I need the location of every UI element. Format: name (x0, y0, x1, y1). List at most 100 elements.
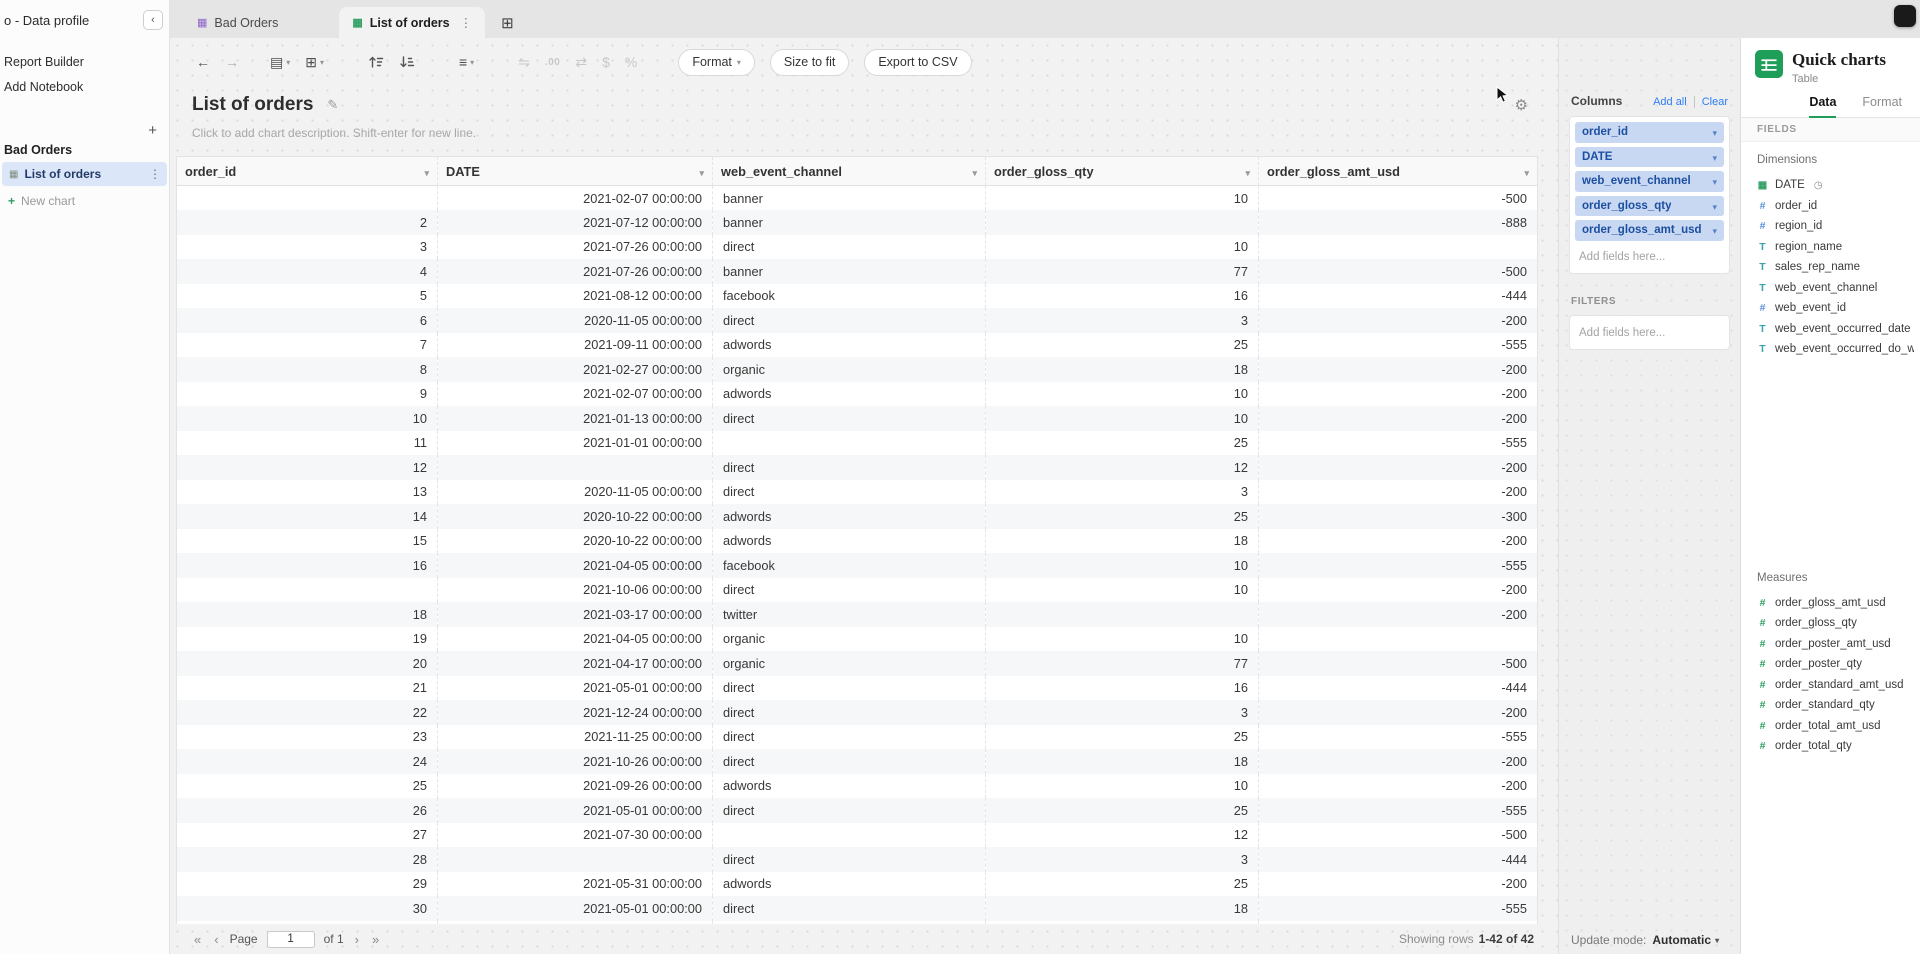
add-all-link[interactable]: Add all (1653, 96, 1687, 108)
dimension-field[interactable]: # order_id (1757, 196, 1914, 217)
dimension-field[interactable]: T sales_rep_name (1757, 257, 1914, 278)
dimension-field[interactable]: T web_event_occurred_date (1757, 319, 1914, 340)
wrap-text-button[interactable]: ⇋ (518, 54, 530, 71)
format-button[interactable]: Format ▾ (678, 49, 755, 76)
table-row[interactable]: 4 2021-07-26 00:00:00 banner 77 -500 (177, 259, 1538, 284)
column-pill[interactable]: web_event_channel (1575, 171, 1724, 192)
table-row[interactable]: 24 2021-10-26 00:00:00 direct 18 -200 (177, 749, 1538, 774)
chevron-down-icon[interactable] (424, 164, 429, 179)
decimal-format-button[interactable]: .00 (545, 57, 560, 68)
kebab-menu-icon[interactable]: ⋮ (460, 15, 473, 30)
dimension-field[interactable]: T web_event_channel (1757, 278, 1914, 299)
prev-page-button[interactable]: ‹ (212, 932, 220, 947)
last-page-button[interactable]: » (370, 932, 381, 947)
measure-field[interactable]: # order_poster_amt_usd (1757, 634, 1914, 655)
table-row[interactable]: 27 2021-07-30 00:00:00 12 -500 (177, 823, 1538, 848)
next-page-button[interactable]: › (353, 932, 361, 947)
column-header[interactable]: DATE (438, 157, 713, 186)
table-row[interactable]: 14 2020-10-22 00:00:00 adwords 25 -300 (177, 504, 1538, 529)
dimension-field[interactable]: # web_event_id (1757, 298, 1914, 319)
new-tab-button[interactable]: ⊞ (501, 7, 514, 38)
chart-title[interactable]: List of orders (192, 94, 313, 116)
table-row[interactable]: 9 2021-02-07 00:00:00 adwords 10 -200 (177, 382, 1538, 407)
tab-data[interactable]: Data (1809, 95, 1836, 118)
table-row[interactable]: 2 2021-07-12 00:00:00 banner -888 (177, 210, 1538, 235)
insert-button[interactable]: ⊞ ▾ (305, 54, 324, 71)
table-row[interactable]: 21 2021-05-01 00:00:00 direct 16 -444 (177, 676, 1538, 701)
add-item-button[interactable]: + (148, 124, 157, 138)
sort-ascending-button[interactable] (368, 55, 384, 69)
chevron-down-icon[interactable] (1712, 148, 1717, 166)
column-pill[interactable]: order_gloss_amt_usd (1575, 220, 1724, 241)
table-row[interactable]: 11 2021-01-01 00:00:00 25 -555 (177, 431, 1538, 456)
table-row[interactable]: 6 2020-11-05 00:00:00 direct 3 -200 (177, 308, 1538, 333)
dimension-field[interactable]: # region_id (1757, 216, 1914, 237)
measure-field[interactable]: # order_standard_qty (1757, 695, 1914, 716)
chart-type-button[interactable]: ▤ ▾ (270, 54, 290, 71)
chevron-down-icon[interactable] (1712, 172, 1717, 190)
table-row[interactable]: 8 2021-02-27 00:00:00 organic 18 -200 (177, 357, 1538, 382)
column-pill[interactable]: order_gloss_qty (1575, 196, 1724, 217)
chevron-down-icon[interactable] (1712, 197, 1717, 215)
table-row[interactable]: 18 2021-03-17 00:00:00 twitter -200 (177, 602, 1538, 627)
kebab-menu-icon[interactable]: ⋮ (149, 167, 161, 181)
measure-field[interactable]: # order_standard_amt_usd (1757, 675, 1914, 696)
column-header[interactable]: web_event_channel (713, 157, 986, 186)
new-chart-button[interactable]: + New chart (0, 188, 169, 214)
report-builder-link[interactable]: Report Builder (0, 50, 169, 75)
table-row[interactable]: 23 2021-11-25 00:00:00 direct 25 -555 (177, 725, 1538, 750)
measure-field[interactable]: # order_gloss_amt_usd (1757, 593, 1914, 614)
sort-descending-button[interactable] (399, 55, 415, 69)
alignment-button[interactable]: ≡ ▾ (459, 54, 474, 70)
table-row[interactable]: 29 2021-05-31 00:00:00 adwords 25 -200 (177, 872, 1538, 897)
chevron-down-icon[interactable] (1712, 123, 1717, 141)
edit-title-pencil-icon[interactable]: ✎ (327, 97, 338, 113)
dimension-field[interactable]: T web_event_occurred_do_w_n (1757, 339, 1914, 360)
tab-format[interactable]: Format (1862, 95, 1902, 117)
table-row[interactable]: 2021-02-07 00:00:00 banner 10 -500 (177, 186, 1538, 211)
column-header[interactable]: order_gloss_qty (986, 157, 1259, 186)
clear-link[interactable]: Clear (1694, 96, 1728, 108)
table-row[interactable]: 16 2021-04-05 00:00:00 facebook 10 -555 (177, 553, 1538, 578)
back-button[interactable]: ← (196, 54, 210, 70)
table-row[interactable]: 13 2020-11-05 00:00:00 direct 3 -200 (177, 480, 1538, 505)
chevron-down-icon[interactable] (972, 164, 977, 179)
table-row[interactable]: 28 direct 3 -444 (177, 847, 1538, 872)
measure-field[interactable]: # order_total_qty (1757, 736, 1914, 757)
table-row[interactable]: 3 2021-07-26 00:00:00 direct 10 (177, 235, 1538, 260)
column-pill[interactable]: DATE (1575, 147, 1724, 168)
table-row[interactable]: 12 direct 12 -200 (177, 455, 1538, 480)
first-page-button[interactable]: « (192, 932, 203, 947)
chevron-down-icon[interactable] (1245, 164, 1250, 179)
forward-button[interactable]: → (225, 54, 239, 70)
chevron-down-icon[interactable] (1712, 221, 1717, 239)
measure-field[interactable]: # order_poster_qty (1757, 654, 1914, 675)
chevron-down-icon[interactable] (699, 164, 704, 179)
export-csv-button[interactable]: Export to CSV (864, 49, 971, 76)
columns-add-fields[interactable]: Add fields here... (1575, 245, 1724, 271)
column-pill[interactable]: order_id (1575, 122, 1724, 143)
table-row[interactable]: 19 2021-04-05 00:00:00 organic 10 (177, 627, 1538, 652)
add-notebook-link[interactable]: Add Notebook (0, 75, 169, 100)
table-row[interactable]: 5 2021-08-12 00:00:00 facebook 16 -444 (177, 284, 1538, 309)
column-header[interactable]: order_gloss_amt_usd (1259, 157, 1538, 186)
measure-field[interactable]: # order_total_amt_usd (1757, 716, 1914, 737)
filters-add-fields[interactable]: Add fields here... (1575, 321, 1724, 347)
sidebar-item-list-of-orders[interactable]: ▦ List of orders ⋮ (2, 162, 167, 186)
tab-list-of-orders[interactable]: ▦ List of orders ⋮ (339, 7, 485, 38)
swap-button[interactable]: ⇄ (575, 54, 587, 71)
chart-settings-gear-icon[interactable]: ⚙ (1515, 96, 1528, 114)
table-row[interactable]: 2021-10-06 00:00:00 direct 10 -200 (177, 578, 1538, 603)
table-row[interactable]: 7 2021-09-11 00:00:00 adwords 25 -555 (177, 333, 1538, 358)
report-name[interactable]: Bad Orders (0, 138, 169, 160)
update-mode-dropdown[interactable]: Automatic ▾ (1652, 933, 1719, 947)
currency-format-button[interactable]: $ (602, 54, 610, 70)
dimension-field[interactable]: T region_name (1757, 237, 1914, 258)
table-row[interactable]: 25 2021-09-26 00:00:00 adwords 10 -200 (177, 774, 1538, 799)
chart-description-placeholder[interactable]: Click to add chart description. Shift-en… (192, 126, 476, 140)
table-row[interactable]: 22 2021-12-24 00:00:00 direct 3 -200 (177, 700, 1538, 725)
page-input[interactable] (267, 931, 315, 948)
column-header[interactable]: order_id (177, 157, 438, 186)
collapse-sidebar-button[interactable]: ‹ (143, 10, 163, 30)
measure-field[interactable]: # order_gloss_qty (1757, 613, 1914, 634)
